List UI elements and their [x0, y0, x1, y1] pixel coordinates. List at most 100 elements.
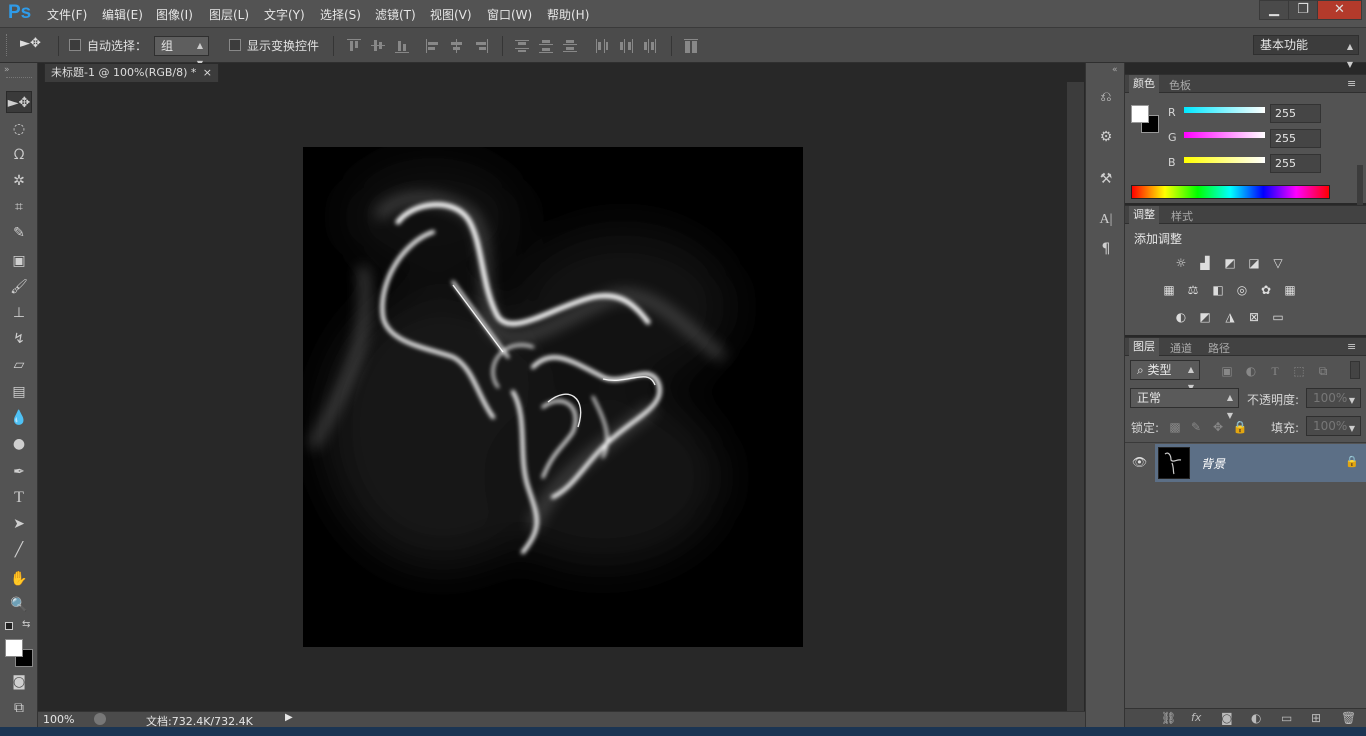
type-tool-icon[interactable]: T — [6, 487, 32, 509]
gradient-map-icon[interactable]: ▭ — [1270, 310, 1286, 324]
layer-name[interactable]: 背景 — [1201, 455, 1225, 472]
blend-mode-dropdown[interactable]: 正常 ▲ ▼ — [1130, 388, 1239, 420]
exposure-icon[interactable]: ◪ — [1246, 256, 1262, 270]
paragraph-panel-icon[interactable]: ¶ — [1096, 239, 1116, 259]
close-window-button[interactable]: ✕ — [1317, 0, 1362, 20]
distribute-vcenter-icon[interactable] — [539, 39, 553, 53]
document-tab[interactable]: 未标题-1 @ 100%(RGB/8) * × — [44, 63, 219, 82]
red-value[interactable]: 255 — [1270, 104, 1321, 123]
vibrance-icon[interactable]: ▽ — [1270, 256, 1286, 270]
foreground-color-swatch[interactable] — [1131, 105, 1149, 123]
magic-wand-tool-icon[interactable]: ✲ — [6, 170, 32, 192]
tab-color[interactable]: 颜色 — [1129, 75, 1159, 93]
status-menu-arrow-icon[interactable]: ▶ — [285, 712, 293, 723]
brush-presets-icon[interactable]: ⚒ — [1096, 169, 1116, 189]
hue-saturation-icon[interactable]: ▦ — [1161, 283, 1177, 297]
swap-colors-icon[interactable]: ⇆ — [22, 619, 30, 630]
crop-tool-icon[interactable]: ⌗ — [6, 196, 32, 218]
menu-image[interactable]: 图像(I) — [156, 6, 193, 23]
filter-type-icon[interactable]: T — [1267, 364, 1283, 378]
stamp-tool-icon[interactable]: ⊥ — [6, 302, 32, 324]
red-slider[interactable] — [1184, 107, 1265, 113]
brightness-icon[interactable]: ☼ — [1173, 256, 1189, 270]
menu-select[interactable]: 选择(S) — [320, 6, 361, 23]
minimize-button[interactable]: ▁ — [1259, 0, 1289, 20]
menu-view[interactable]: 视图(V) — [430, 6, 472, 23]
gradient-tool-icon[interactable]: ▤ — [6, 381, 32, 403]
lock-all-icon[interactable]: 🔒 — [1232, 420, 1248, 434]
distribute-left-icon[interactable] — [595, 39, 609, 53]
align-left-icon[interactable] — [426, 39, 440, 53]
lock-image-icon[interactable]: ✎ — [1188, 420, 1204, 434]
eyedropper-tool-icon[interactable]: ✎ — [6, 222, 32, 244]
menu-edit[interactable]: 编辑(E) — [102, 6, 143, 23]
restore-button[interactable]: ❐ — [1288, 0, 1318, 20]
tab-swatches[interactable]: 色板 — [1169, 77, 1191, 93]
line-tool-icon[interactable]: ╱ — [6, 539, 32, 561]
blur-tool-icon[interactable]: 💧 — [6, 407, 32, 429]
channel-mixer-icon[interactable]: ✿ — [1258, 283, 1274, 297]
show-transform-checkbox[interactable] — [229, 39, 241, 51]
adjustment-layer-icon[interactable]: ◐ — [1251, 711, 1261, 725]
menu-file[interactable]: 文件(F) — [47, 6, 87, 23]
green-slider[interactable] — [1184, 132, 1265, 138]
properties-panel-icon[interactable]: ⚙ — [1096, 127, 1116, 147]
collapse-icon[interactable]: « — [1112, 65, 1118, 75]
distribute-bottom-icon[interactable] — [563, 39, 577, 53]
layer-style-icon[interactable]: fx — [1191, 711, 1201, 724]
close-tab-icon[interactable]: × — [203, 64, 212, 82]
curves-icon[interactable]: ◩ — [1222, 256, 1238, 270]
align-hcenter-icon[interactable] — [450, 39, 464, 53]
align-vcenter-icon[interactable] — [371, 39, 385, 53]
menu-type[interactable]: 文字(Y) — [264, 6, 305, 23]
align-bottom-icon[interactable] — [395, 39, 409, 53]
distribute-top-icon[interactable] — [515, 39, 529, 53]
distribute-right-icon[interactable] — [643, 39, 657, 53]
zoom-tool-icon[interactable]: 🔍 — [6, 594, 32, 616]
new-group-icon[interactable]: ▭ — [1281, 711, 1292, 725]
hand-tool-icon[interactable]: ✋ — [6, 568, 32, 590]
filter-smart-object-icon[interactable]: ⧉ — [1315, 364, 1331, 378]
pen-tool-icon[interactable]: ✒ — [6, 461, 32, 483]
history-panel-icon[interactable]: ⎌ — [1096, 87, 1116, 107]
blue-slider[interactable] — [1184, 157, 1265, 163]
layer-filter-dropdown[interactable]: ⌕ 类型▲▼ — [1130, 360, 1200, 392]
color-balance-icon[interactable]: ⚖ — [1185, 283, 1201, 297]
tab-paths[interactable]: 路径 — [1208, 340, 1230, 356]
tab-channels[interactable]: 通道 — [1170, 340, 1192, 356]
foreground-color-swatch[interactable] — [5, 639, 23, 657]
opacity-field[interactable]: 100% ▼ — [1306, 388, 1361, 408]
filter-pixel-icon[interactable]: ▣ — [1219, 364, 1235, 378]
delete-layer-icon[interactable]: 🗑 — [1341, 711, 1356, 725]
menu-filter[interactable]: 滤镜(T) — [375, 6, 416, 23]
path-selection-tool-icon[interactable]: ➤ — [6, 513, 32, 535]
menu-window[interactable]: 窗口(W) — [487, 6, 532, 23]
color-lookup-icon[interactable]: ▦ — [1282, 283, 1298, 297]
dodge-tool-icon[interactable]: ● — [6, 433, 32, 455]
auto-align-icon[interactable] — [684, 39, 698, 53]
new-layer-icon[interactable]: ⊞ — [1311, 711, 1321, 725]
brush-tool-icon[interactable]: 🖌 — [6, 276, 32, 298]
screen-mode-icon[interactable]: ⧉ — [6, 697, 32, 719]
levels-icon[interactable]: ▟ — [1197, 256, 1213, 270]
black-white-icon[interactable]: ◧ — [1210, 283, 1226, 297]
posterize-icon[interactable]: ◩ — [1197, 310, 1213, 324]
add-mask-icon[interactable]: ◙ — [1221, 711, 1233, 725]
color-spectrum-bar[interactable] — [1131, 185, 1330, 199]
layer-row-background[interactable]: 背景 🔒 — [1155, 444, 1366, 482]
lock-transparent-icon[interactable]: ▩ — [1167, 420, 1183, 434]
tab-styles[interactable]: 样式 — [1171, 208, 1193, 224]
menu-layer[interactable]: 图层(L) — [209, 6, 249, 23]
filter-shape-icon[interactable]: ⬚ — [1291, 364, 1307, 378]
move-tool-preset-icon[interactable]: ►✥ — [20, 36, 41, 51]
align-top-icon[interactable] — [347, 39, 361, 53]
collapse-icon[interactable]: » — [4, 65, 10, 75]
eraser-tool-icon[interactable]: ▱ — [6, 354, 32, 376]
tab-adjustments[interactable]: 调整 — [1129, 206, 1159, 224]
character-panel-icon[interactable]: A| — [1096, 210, 1116, 230]
history-brush-tool-icon[interactable]: ↯ — [6, 328, 32, 350]
blue-value[interactable]: 255 — [1270, 154, 1321, 173]
auto-select-checkbox[interactable] — [69, 39, 81, 51]
lock-position-icon[interactable]: ✥ — [1210, 420, 1226, 434]
workspace-dropdown[interactable]: 基本功能 ▲ ▼ — [1253, 35, 1359, 69]
